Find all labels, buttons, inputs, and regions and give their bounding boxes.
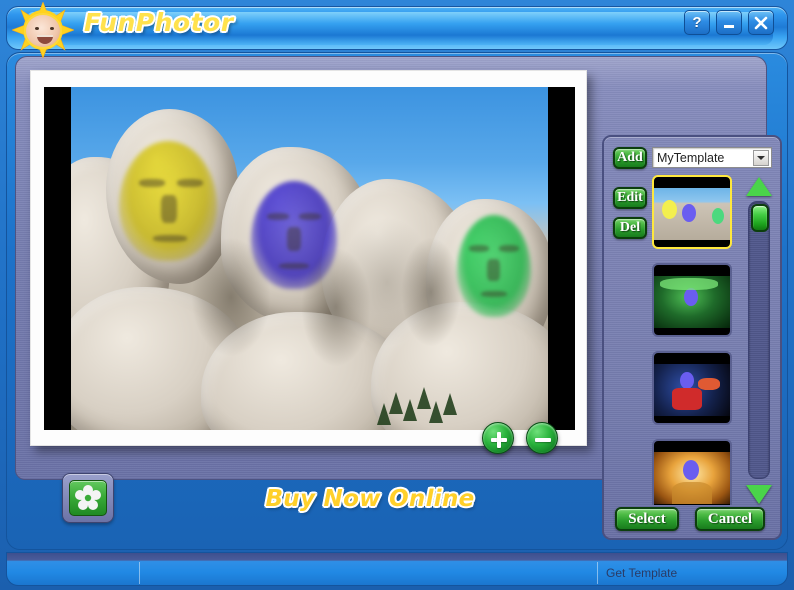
template-thumb-green-hero-image [654, 276, 730, 328]
help-button[interactable]: ? [684, 10, 710, 35]
zoom-controls [482, 422, 558, 454]
scroll-up-button[interactable] [746, 175, 772, 197]
status-pane-2 [139, 562, 597, 584]
add-template-button[interactable]: Add [613, 147, 647, 169]
zoom-in-button[interactable] [482, 422, 514, 454]
photo-frame [30, 70, 587, 446]
funphotor-window: FunPhotor ? Buy Now Online Add Edit Del … [0, 0, 794, 590]
select-button[interactable]: Select [615, 507, 679, 531]
zoom-out-button[interactable] [526, 422, 558, 454]
triangle-down-icon [746, 484, 772, 504]
template-dropdown-value: MyTemplate [657, 150, 725, 165]
rushmore-photo [71, 87, 548, 430]
cancel-button[interactable]: Cancel [695, 507, 765, 531]
template-thumb-portrait-image [654, 452, 730, 504]
template-thumb-rushmore[interactable] [652, 175, 732, 249]
baby-face-icon [24, 13, 62, 49]
minimize-button[interactable] [716, 10, 742, 35]
edit-template-button[interactable]: Edit [613, 187, 647, 209]
status-bar: Get Template [6, 552, 788, 586]
template-thumbnail-list[interactable] [652, 175, 736, 505]
app-title: FunPhotor [84, 8, 234, 37]
photo-canvas[interactable] [44, 87, 575, 430]
scrollbar-track[interactable] [748, 201, 770, 479]
settings-button[interactable] [62, 473, 114, 523]
question-mark-icon: ? [692, 14, 702, 31]
scroll-down-button[interactable] [746, 483, 772, 505]
gear-flower-icon [75, 485, 101, 510]
status-pane-1 [21, 562, 139, 584]
template-dropdown[interactable]: MyTemplate [652, 147, 772, 168]
close-button[interactable] [748, 10, 774, 35]
scrollbar-thumb[interactable] [751, 204, 769, 232]
window-buttons: ? [684, 10, 774, 35]
close-x-icon [754, 16, 768, 29]
template-thumb-rushmore-image [654, 188, 730, 240]
template-thumb-superhero-image [654, 364, 730, 416]
delete-template-button[interactable]: Del [613, 217, 647, 239]
chevron-down-icon[interactable] [753, 149, 769, 166]
template-thumb-superhero[interactable] [652, 351, 732, 425]
settings-button-face [69, 480, 107, 516]
sun-baby-logo-icon [12, 2, 74, 58]
triangle-up-icon [746, 176, 772, 196]
status-pane-3: Get Template [597, 562, 777, 584]
template-thumb-green-hero[interactable] [652, 263, 732, 337]
template-thumb-portrait[interactable] [652, 439, 732, 505]
minimize-icon [724, 24, 734, 28]
template-scrollbar[interactable] [746, 175, 772, 505]
buy-now-online-link[interactable]: Buy Now Online [225, 486, 515, 512]
template-panel: Add Edit Del MyTemplate Select Cancel [602, 135, 782, 540]
